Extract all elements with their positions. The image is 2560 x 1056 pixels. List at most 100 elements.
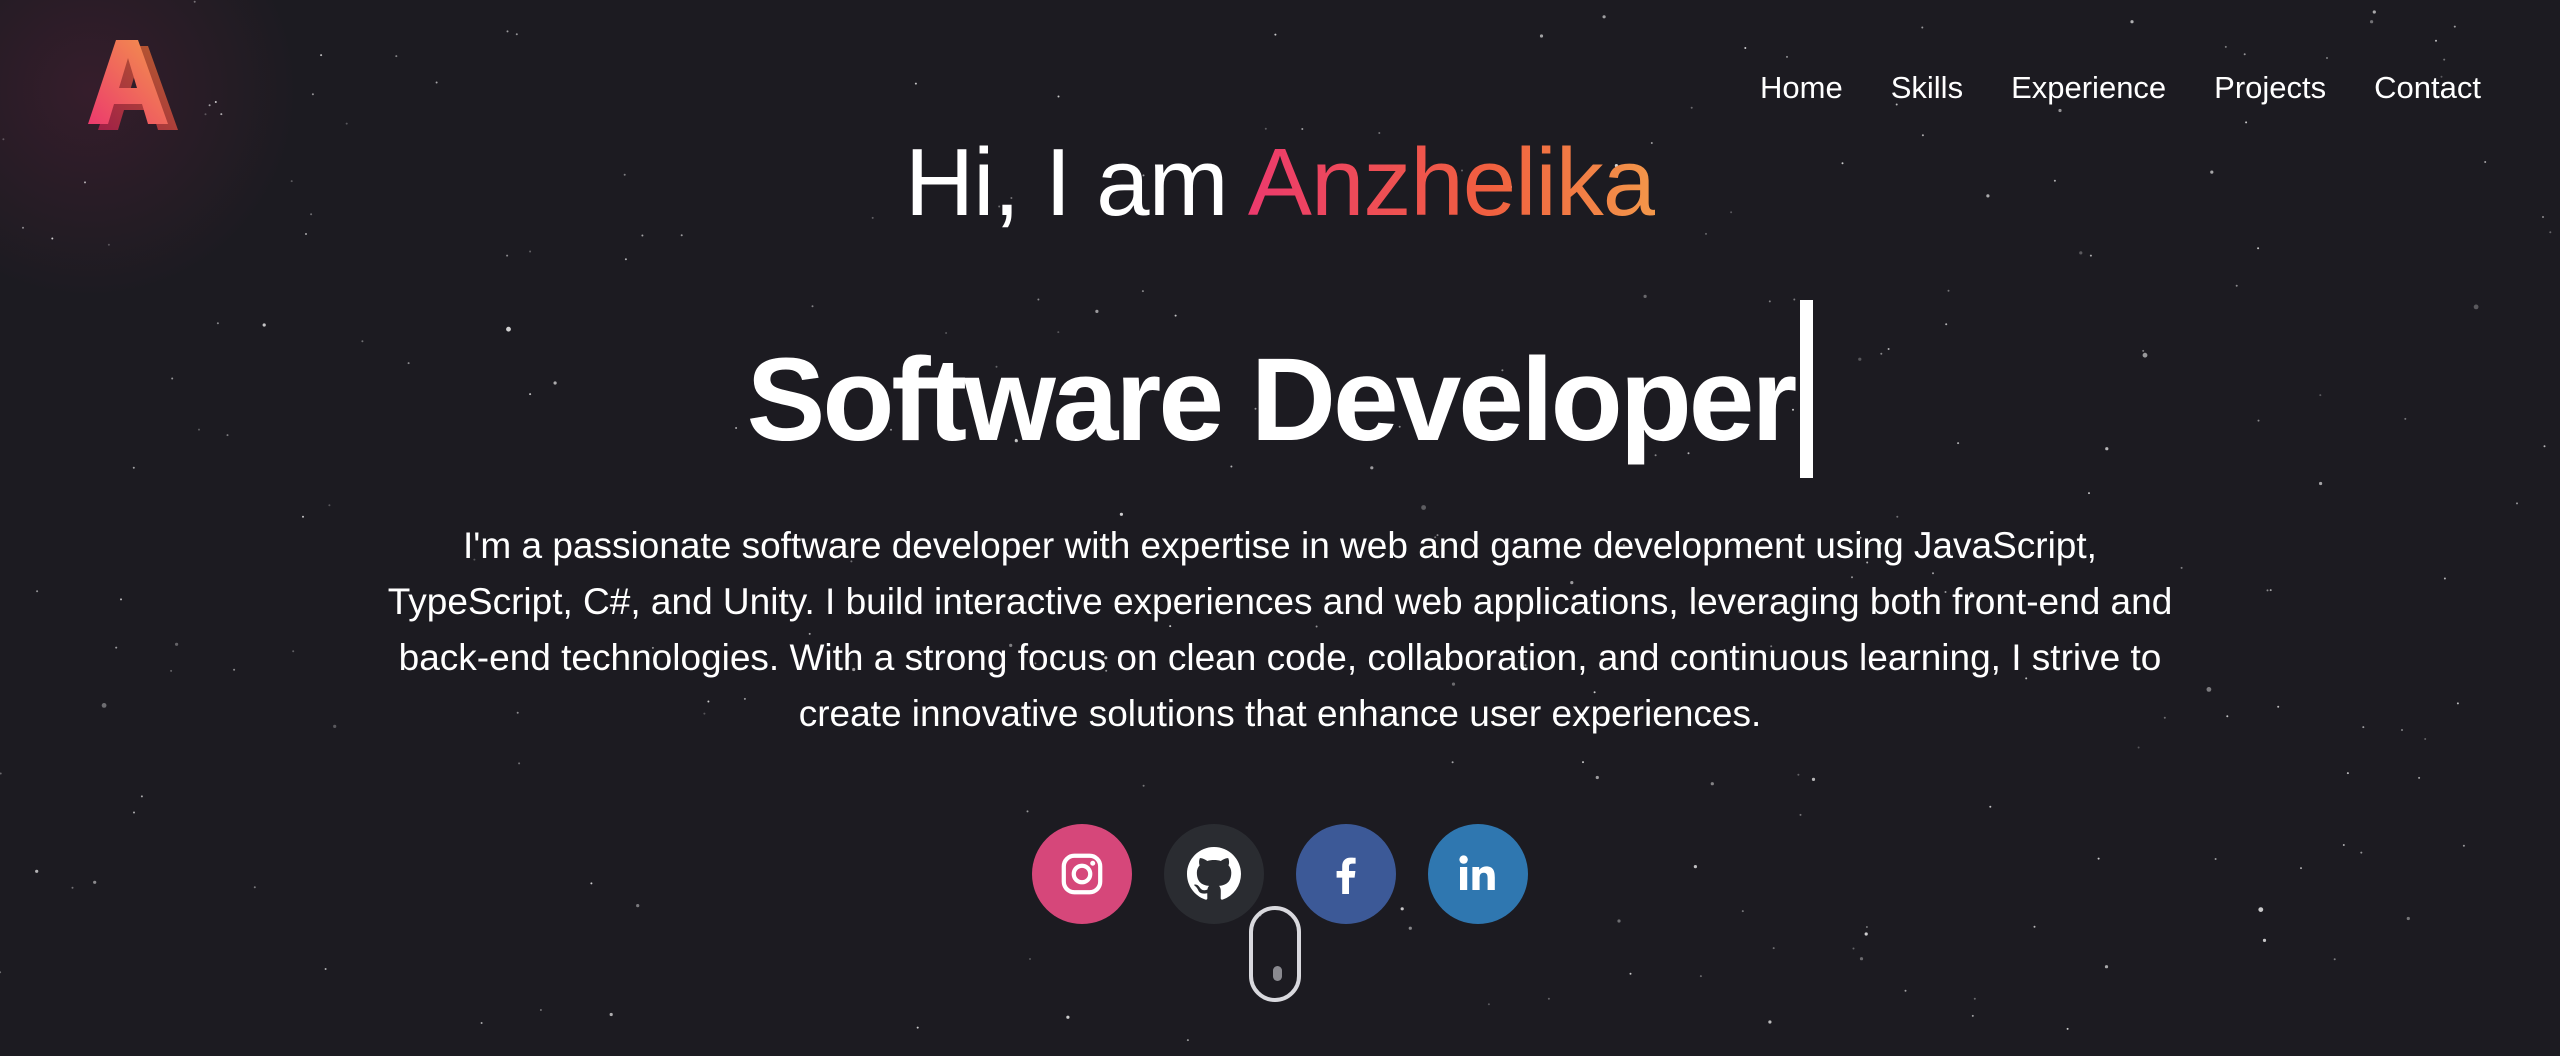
star <box>1186 1039 1189 1042</box>
star <box>1744 47 1747 49</box>
star <box>1797 773 1800 776</box>
linkedin-icon <box>1459 855 1495 890</box>
facebook-link[interactable] <box>1296 824 1396 924</box>
star <box>2058 108 2062 113</box>
role-text: Software Developer <box>746 334 1798 466</box>
star <box>175 642 179 646</box>
nav-projects[interactable]: Projects <box>2214 68 2326 108</box>
star <box>1859 957 1864 961</box>
star <box>515 33 518 36</box>
greeting-prefix: Hi, I am <box>904 129 1248 236</box>
star <box>1786 55 1788 58</box>
star <box>2372 10 2376 14</box>
github-link[interactable] <box>1164 824 1264 924</box>
star <box>1864 932 1868 936</box>
star <box>214 101 217 103</box>
star <box>2346 772 2349 775</box>
star <box>1904 989 1907 992</box>
star <box>1119 512 1123 516</box>
star <box>1989 805 1992 808</box>
star <box>480 1022 483 1024</box>
star <box>1408 926 1412 930</box>
star <box>1057 95 1060 98</box>
mouse-scroll-icon <box>1273 966 1282 981</box>
star <box>1772 947 1775 950</box>
star <box>1971 1014 1974 1017</box>
star <box>2224 45 2227 48</box>
instagram-link[interactable] <box>1032 824 1132 924</box>
star <box>2130 20 2134 24</box>
star <box>107 243 110 246</box>
star <box>2370 20 2374 24</box>
star <box>2362 726 2365 729</box>
star <box>2326 57 2328 59</box>
star <box>140 795 143 798</box>
scroll-down-indicator[interactable] <box>1249 906 1301 1002</box>
star <box>2435 39 2437 42</box>
star <box>324 968 327 970</box>
star <box>1865 926 1868 928</box>
star <box>1852 947 1855 950</box>
star <box>2104 965 2109 969</box>
hero-page: Home Skills Experience Projects Contact … <box>0 0 2560 1056</box>
star <box>518 762 521 765</box>
hero-bio: I'm a passionate software developer with… <box>387 525 2173 734</box>
hero-name: Anzhelika <box>1247 129 1656 236</box>
star <box>1026 810 1029 813</box>
facebook-icon <box>1336 857 1356 894</box>
star <box>170 669 173 672</box>
star <box>1029 958 1031 960</box>
star <box>333 724 337 729</box>
star <box>1811 777 1816 782</box>
nav-contact[interactable]: Contact <box>2374 68 2481 108</box>
star <box>292 650 295 653</box>
nav-skills[interactable]: Skills <box>1891 68 1963 108</box>
typing-cursor <box>1800 300 1814 478</box>
star <box>1487 1003 1490 1006</box>
star <box>2277 705 2280 708</box>
star <box>1643 294 1647 298</box>
star <box>1141 290 1144 293</box>
star <box>2453 25 2456 28</box>
linkedin-link[interactable] <box>1428 824 1528 924</box>
star <box>1947 289 1950 292</box>
star <box>2066 1027 2069 1030</box>
star <box>609 1012 613 1017</box>
star <box>0 772 2 775</box>
star <box>2226 715 2229 718</box>
star <box>624 258 627 261</box>
star <box>1768 1020 1772 1024</box>
star <box>328 504 331 507</box>
star <box>2033 925 2036 928</box>
site-logo[interactable] <box>80 34 180 134</box>
star <box>2424 738 2427 740</box>
star <box>1699 975 1702 978</box>
star <box>1595 775 1599 780</box>
star <box>1629 972 1632 975</box>
star <box>345 122 348 125</box>
star <box>2443 577 2446 580</box>
star <box>2516 502 2518 505</box>
star <box>914 82 917 85</box>
star <box>133 811 135 814</box>
star <box>2319 481 2323 486</box>
star <box>506 254 509 257</box>
hero-role: Software Developer <box>0 300 2560 478</box>
hero-greeting: Hi, I am Anzhelika <box>0 128 2560 238</box>
star <box>2266 589 2269 592</box>
star <box>2089 254 2092 257</box>
nav-home[interactable]: Home <box>1760 68 1843 108</box>
star <box>2333 958 2336 961</box>
star <box>1451 761 1454 764</box>
star <box>539 1009 542 1011</box>
star <box>1421 505 1426 510</box>
star <box>2262 938 2267 943</box>
star <box>120 598 122 601</box>
star <box>2235 284 2238 287</box>
star <box>204 113 207 116</box>
nav-experience[interactable]: Experience <box>2011 68 2166 108</box>
star <box>2418 776 2421 779</box>
star <box>208 104 211 107</box>
star <box>101 703 107 708</box>
star <box>1690 106 1693 109</box>
